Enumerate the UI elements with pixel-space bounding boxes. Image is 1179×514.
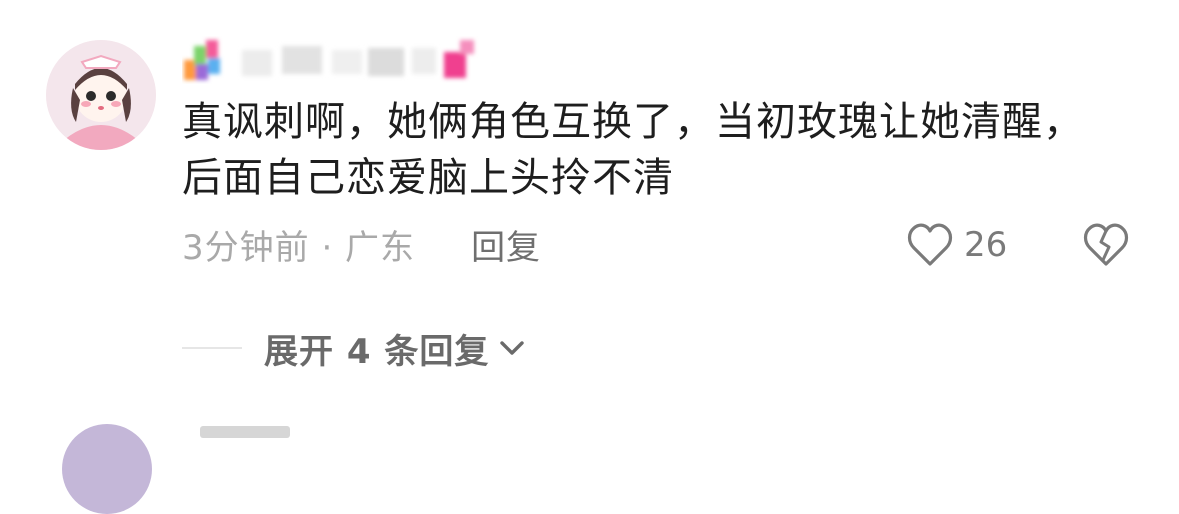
username-blur-image: [184, 40, 474, 80]
avatar[interactable]: [46, 40, 156, 150]
comment-meta: 3分钟前 · 广东 回复: [182, 218, 541, 270]
username-blurred[interactable]: [182, 36, 497, 84]
like-button[interactable]: 26: [906, 220, 1007, 270]
comment-text: 真讽刺啊，她俩角色互换了，当初玫瑰让她清醒，后面自己恋爱脑上头拎不清: [182, 99, 1084, 201]
next-comment-avatar[interactable]: [62, 424, 152, 514]
broken-heart-icon[interactable]: [1082, 222, 1130, 268]
reply-button[interactable]: 回复: [471, 220, 541, 269]
expand-replies-label: 展开 4 条回复: [264, 331, 490, 372]
comment-time-location: 3分钟前 · 广东: [182, 227, 416, 268]
avatar-image: [46, 40, 156, 150]
expand-replies-button[interactable]: 展开 4 条回复: [182, 322, 527, 374]
next-comment-username-blurred[interactable]: [200, 426, 290, 438]
heart-outline-icon: [907, 223, 953, 266]
chevron-down-icon: [500, 341, 525, 355]
reply-divider: [182, 347, 242, 349]
like-count: 26: [964, 225, 1008, 265]
